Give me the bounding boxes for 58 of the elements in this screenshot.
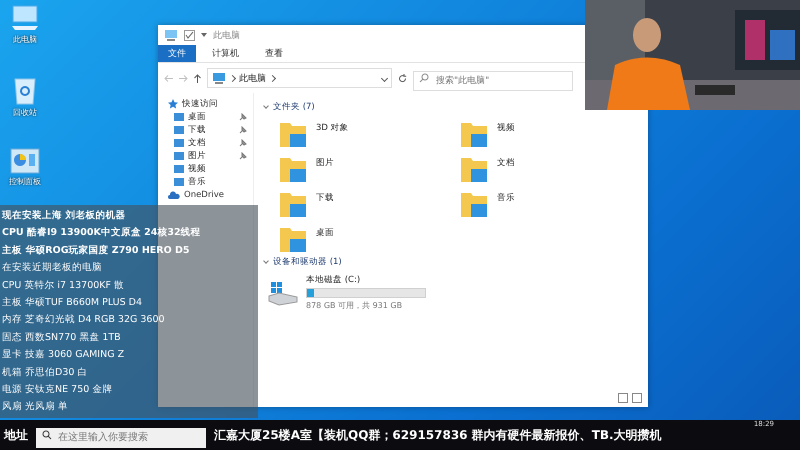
- overlay-text: 内存 芝奇幻光戟 D4 RGB 32G 3600: [2, 313, 165, 328]
- sidebar-item[interactable]: 桌面: [158, 110, 253, 123]
- folder-label[interactable]: 视频: [497, 122, 515, 134]
- search-field[interactable]: 搜索"此电脑": [413, 71, 573, 91]
- cloud-icon: [168, 190, 180, 198]
- overlay-text: 固态 西数SN770 黑盘 1TB: [2, 330, 121, 345]
- address-text: 此电脑: [239, 72, 266, 84]
- checkbox-icon[interactable]: [184, 30, 195, 40]
- overlay-text: 现在安装上海 刘老板的机器: [2, 208, 126, 223]
- ribbon-tab[interactable]: 计算机: [202, 45, 249, 62]
- overlay-text: 主板 华硕ROG玩家国度 Z790 HERO D5: [2, 244, 190, 258]
- computer-icon: [212, 72, 226, 84]
- drive-space: 878 GB 可用，共 931 GB: [306, 300, 404, 311]
- computer-icon[interactable]: [10, 4, 40, 32]
- back-icon[interactable]: [164, 74, 173, 82]
- sidebar-item[interactable]: 视频: [158, 162, 253, 175]
- drive-icon[interactable]: [268, 280, 298, 306]
- collapse-chevron-icon[interactable]: [263, 258, 269, 264]
- overlay-text: 在安装近期老板的电脑: [2, 261, 102, 276]
- drive-name[interactable]: 本地磁盘 (C:): [306, 274, 426, 286]
- ribbon-tab[interactable]: 文件: [158, 45, 196, 62]
- group-header[interactable]: 设备和驱动器 (1): [273, 256, 342, 268]
- desktop-icon-label: 回收站: [13, 107, 37, 118]
- up-arrow-icon[interactable]: [194, 74, 201, 82]
- star-icon: [168, 98, 178, 108]
- folder-label[interactable]: 图片: [316, 157, 334, 169]
- overlay-text: 主板 华硕TUF B660M PLUS D4: [2, 296, 142, 310]
- taskbar-search-field[interactable]: 在这里输入你要搜索: [36, 428, 206, 448]
- sidebar-item[interactable]: 音乐: [158, 175, 253, 188]
- computer-icon: [164, 29, 178, 41]
- sidebar-item[interactable]: 文档: [158, 136, 253, 149]
- address-bar[interactable]: 此电脑: [207, 68, 392, 88]
- desktop-icon-label: 控制面板: [9, 176, 41, 187]
- overlay-text: 显卡 技嘉 3060 GAMING Z: [2, 348, 124, 362]
- overlay-text: 风扇 光风扇 单: [2, 400, 68, 414]
- group-header[interactable]: 文件夹 (7): [273, 101, 315, 113]
- overlay-text: CPU 英特尔 i7 13700KF 散: [2, 278, 124, 293]
- folder-label[interactable]: 桌面: [316, 227, 334, 239]
- folder-label[interactable]: 音乐: [497, 192, 515, 204]
- sidebar-item[interactable]: 下载: [158, 123, 253, 136]
- ticker-text: 汇嘉大厦25楼A室【装机QQ群；629157836 群内有硬件最新报价、TB.大明攒机: [214, 426, 662, 444]
- collapse-chevron-icon[interactable]: [263, 103, 269, 109]
- overlay-text: 电源 安钛克NE 750 金牌: [2, 383, 112, 398]
- sidebar-item[interactable]: 图片: [158, 149, 253, 162]
- folder-label[interactable]: 文档: [497, 157, 515, 169]
- control-panel-icon[interactable]: [10, 148, 40, 174]
- ticker-text: 地址: [4, 426, 28, 444]
- ribbon-tab[interactable]: 查看: [255, 45, 293, 62]
- window-title: 此电脑: [213, 30, 240, 42]
- folder-label[interactable]: 3D 对象: [316, 122, 349, 134]
- desktop-icon-label: 此电脑: [13, 34, 37, 45]
- forward-icon[interactable]: [179, 74, 188, 82]
- quick-access-item[interactable]: 快速访问: [158, 97, 253, 110]
- overlay-text: 机箱 乔思伯D30 白: [2, 366, 88, 380]
- refresh-icon[interactable]: [398, 74, 407, 82]
- folder-label[interactable]: 下载: [316, 192, 334, 204]
- onedrive-item[interactable]: OneDrive: [158, 188, 253, 201]
- caret-icon[interactable]: [201, 33, 207, 37]
